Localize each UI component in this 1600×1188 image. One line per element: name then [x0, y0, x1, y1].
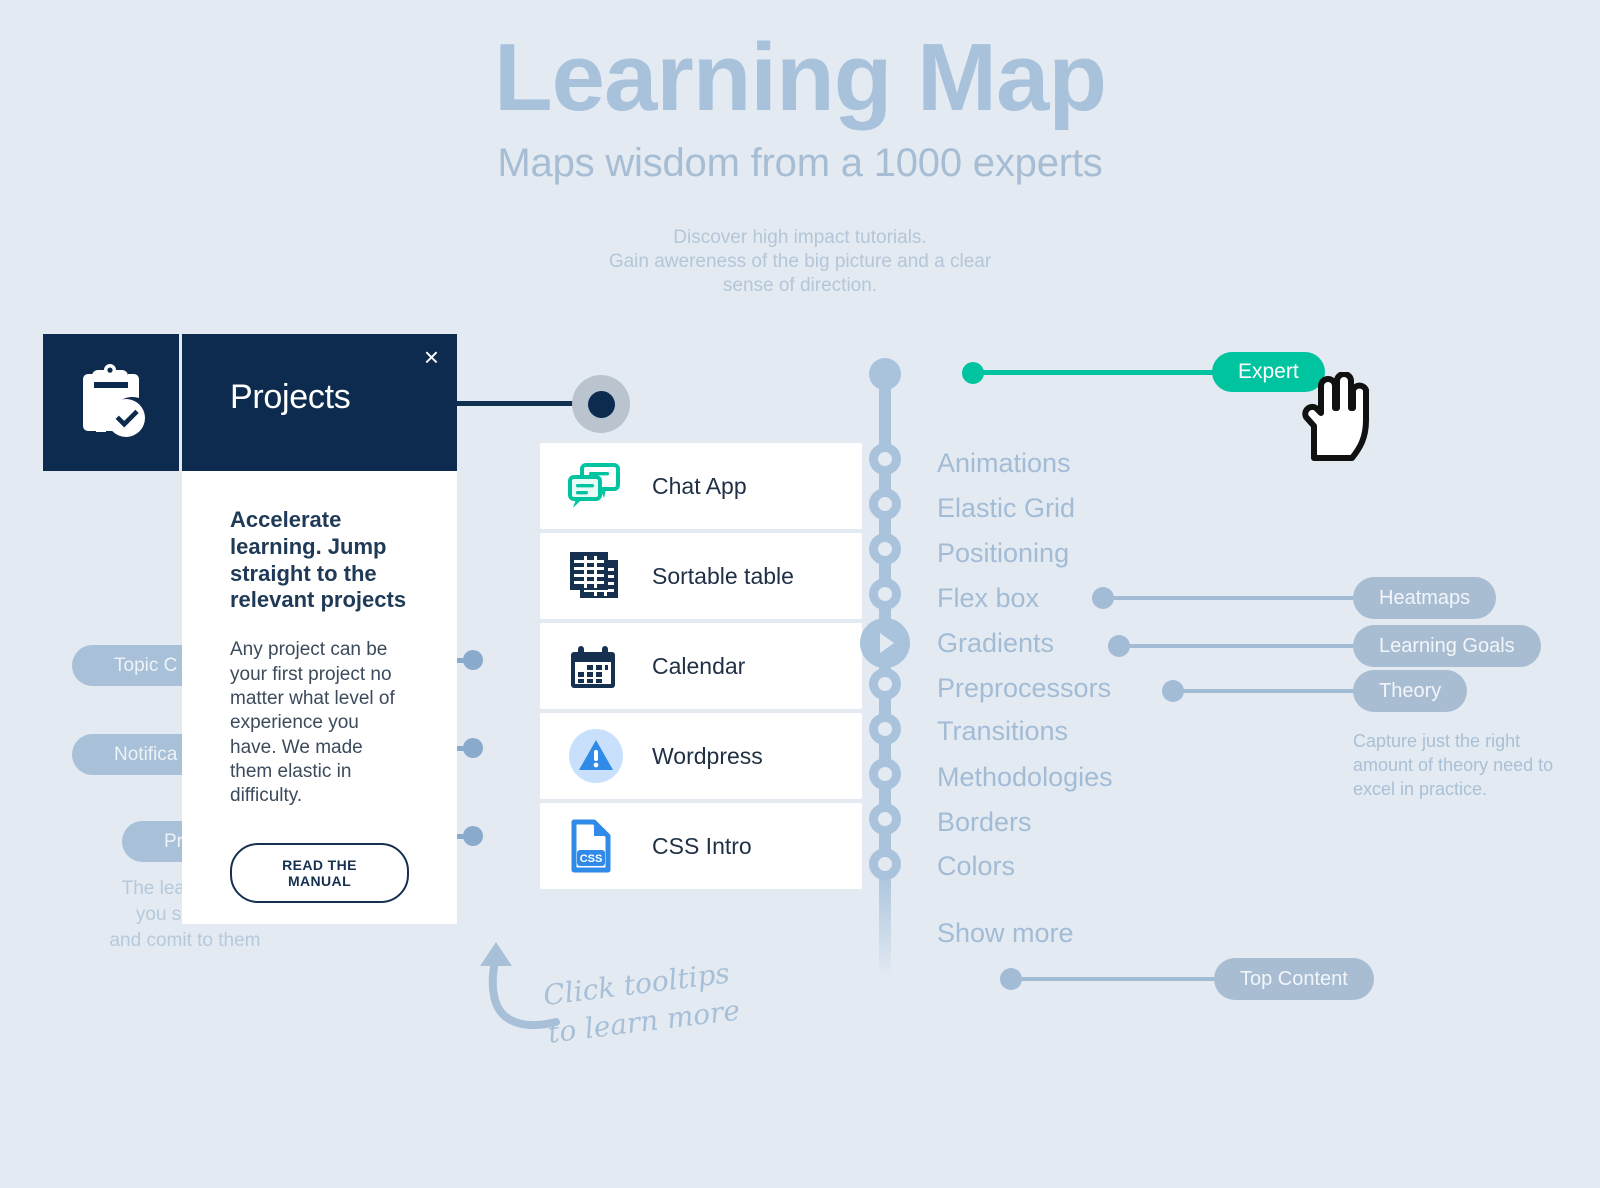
projects-tooltip-heading: Accelerate learning. Jump straight to th…	[230, 507, 407, 613]
card-sortable-table[interactable]: Sortable table	[540, 533, 862, 619]
tooltip-node-dot[interactable]	[588, 391, 615, 418]
topic-borders[interactable]: Borders	[937, 807, 1032, 838]
branch-line-heatmaps	[1108, 596, 1364, 600]
panel-dot-1[interactable]	[463, 650, 483, 670]
timeline-node-preprocessors[interactable]	[869, 668, 901, 700]
timeline-node-top[interactable]	[869, 358, 901, 390]
page-title: Learning Map	[493, 24, 1107, 131]
branch-dot-theory[interactable]	[1162, 680, 1184, 702]
page-description: Discover high impact tutorials. Gain awe…	[0, 226, 1600, 299]
branch-pill-learning-goals-label: Learning Goals	[1379, 634, 1515, 657]
close-icon[interactable]: ×	[424, 344, 439, 370]
page-subtitle: Maps wisdom from a 1000 experts	[497, 140, 1103, 185]
branch-line-theory	[1178, 689, 1356, 693]
topic-preprocessors[interactable]: Preprocessors	[937, 673, 1111, 704]
projects-tooltip-body: Accelerate learning. Jump straight to th…	[182, 471, 457, 924]
branch-dot-top-content[interactable]	[1000, 968, 1022, 990]
card-chat-app-label: Chat App	[652, 472, 747, 499]
branch-dot-learning-goals[interactable]	[1108, 635, 1130, 657]
page-description-line-3: sense of direction.	[722, 275, 878, 297]
topic-positioning[interactable]: Positioning	[937, 538, 1069, 569]
timeline-node-animations[interactable]	[869, 443, 901, 475]
timeline-node-transitions[interactable]	[869, 713, 901, 745]
card-css-intro-label: CSS Intro	[652, 832, 752, 859]
branch-pill-theory[interactable]: Theory	[1353, 670, 1468, 712]
panel-dot-2[interactable]	[463, 738, 483, 758]
page-description-line-1: Discover high impact tutorials.	[673, 226, 927, 248]
css-file-icon: CSS	[568, 819, 652, 873]
panel-dot-3[interactable]	[463, 826, 483, 846]
timeline-node-positioning[interactable]	[869, 533, 901, 565]
branch-pill-top-content-label: Top Content	[1240, 967, 1348, 990]
left-caption-line-3: and comit to them	[109, 930, 261, 952]
timeline-node-colors[interactable]	[869, 848, 901, 880]
topic-transitions[interactable]: Transitions	[937, 716, 1068, 747]
tutorial-card-list: Chat App Sortable table Calendar Wordpre…	[540, 443, 862, 893]
branch-line-top-content	[1016, 977, 1222, 981]
branch-pill-heatmaps[interactable]: Heatmaps	[1353, 577, 1497, 619]
branch-pill-top-content[interactable]: Top Content	[1214, 958, 1374, 1000]
show-more-link[interactable]: Show more	[937, 918, 1074, 949]
timeline-node-gradients-play[interactable]	[860, 618, 910, 668]
hand-cursor-icon	[1296, 371, 1372, 462]
branch-pill-theory-label: Theory	[1379, 679, 1442, 702]
topic-animations[interactable]: Animations	[937, 448, 1071, 479]
projects-tooltip-text: Any project can be your first project no…	[230, 639, 395, 807]
topic-colors[interactable]: Colors	[937, 851, 1015, 882]
clipboard-check-icon	[83, 363, 145, 437]
page-description-line-2: Gain awereness of the big picture and a …	[608, 251, 992, 273]
card-calendar[interactable]: Calendar	[540, 623, 862, 709]
branch-dot-heatmaps[interactable]	[1092, 587, 1114, 609]
expert-branch-line	[978, 370, 1228, 375]
page-header: Learning Map Maps wisdom from a 1000 exp…	[0, 0, 1600, 299]
timeline-node-methodologies[interactable]	[869, 758, 901, 790]
learning-map-page: Learning Map Maps wisdom from a 1000 exp…	[0, 0, 1600, 1188]
topic-elastic-grid[interactable]: Elastic Grid	[937, 493, 1075, 524]
topic-flex-box[interactable]: Flex box	[937, 583, 1039, 614]
left-pill-notifications-label: Notifica	[114, 743, 178, 765]
card-sortable-table-label: Sortable table	[652, 562, 794, 589]
left-pill-topic-label: Topic C	[114, 654, 178, 676]
branch-pill-heatmaps-label: Heatmaps	[1379, 586, 1471, 609]
chat-bubbles-icon	[568, 463, 652, 509]
warning-triangle-icon	[568, 728, 652, 784]
projects-tooltip-title: Projects	[230, 378, 351, 416]
projects-tooltip-header: × Projects	[182, 334, 457, 471]
branch-note-theory: Capture just the right amount of theory …	[1353, 731, 1554, 799]
calendar-icon	[568, 642, 652, 690]
read-the-manual-button[interactable]: READ THE MANUAL	[230, 842, 409, 903]
expert-pill-label: Expert	[1238, 360, 1299, 383]
timeline-node-flex-box[interactable]	[869, 578, 901, 610]
card-wordpress[interactable]: Wordpress	[540, 713, 862, 799]
timeline-node-elastic-grid[interactable]	[869, 488, 901, 520]
card-chat-app[interactable]: Chat App	[540, 443, 862, 529]
card-wordpress-label: Wordpress	[652, 742, 763, 769]
card-css-intro[interactable]: CSS CSS Intro	[540, 803, 862, 889]
branch-pill-learning-goals[interactable]: Learning Goals	[1353, 625, 1541, 667]
branch-line-learning-goals	[1124, 644, 1356, 648]
card-calendar-label: Calendar	[652, 652, 746, 679]
table-icon	[568, 552, 652, 600]
timeline-node-borders[interactable]	[869, 803, 901, 835]
annotation-click-tooltips: Click tooltips to learn more	[541, 949, 778, 1052]
topic-gradients[interactable]: Gradients	[937, 628, 1054, 659]
topic-methodologies[interactable]: Methodologies	[937, 762, 1113, 793]
projects-icon-block	[43, 334, 179, 471]
svg-text:CSS: CSS	[580, 853, 603, 865]
